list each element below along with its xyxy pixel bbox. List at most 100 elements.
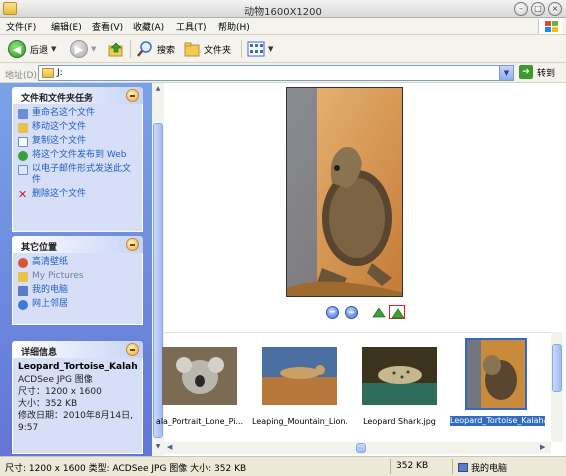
scroll-down-icon[interactable]: ▼ [153, 443, 163, 453]
task-rename[interactable]: 重命名这个文件 [18, 108, 137, 119]
leopard-shark-photo [362, 347, 437, 405]
detail-modified-time: 9:57 [18, 423, 39, 433]
menu-edit[interactable]: 编辑(E) [51, 20, 82, 33]
detail-dimensions: 尺寸：1200 x 1600 [18, 387, 102, 397]
thumbnail-koala[interactable]: ala_Portrait_Lone_Pi... [152, 337, 247, 437]
folders-icon [184, 42, 200, 57]
windows-logo-icon [538, 19, 562, 34]
search-icon [137, 41, 152, 57]
detail-filesize: 大小：352 KB [18, 399, 78, 409]
detail-modified: 修改日期：2010年8月14日, [18, 411, 133, 421]
menu-help[interactable]: 帮助(H) [218, 20, 250, 33]
tortoise-preview-image [287, 88, 402, 296]
close-button[interactable]: × [548, 2, 562, 16]
address-dropdown-button[interactable]: ▼ [499, 66, 513, 80]
computer-icon [458, 463, 468, 472]
back-button[interactable]: ◀ 后退 ▼ [8, 38, 56, 60]
place-network[interactable]: 网上邻居 [18, 299, 137, 310]
task-email[interactable]: 以电子邮件形式发送此文件 [18, 164, 137, 186]
koala-photo [162, 347, 237, 405]
detail-type: ACDSee JPG 图像 [18, 375, 93, 385]
mountain-lion-photo [262, 347, 337, 405]
search-button[interactable]: 搜索 [136, 38, 175, 60]
menu-file[interactable]: 文件(F) [6, 20, 36, 33]
delete-icon: ✕ [18, 188, 28, 201]
next-image-button[interactable]: ⏭ [345, 306, 358, 319]
pictures-folder-icon [18, 272, 28, 282]
rotate-left-icon [372, 307, 386, 318]
forward-button[interactable]: ▶ ▼ [70, 38, 96, 60]
panel-header[interactable]: 其它位置 [12, 236, 143, 253]
task-pane: 文件和文件夹任务 重命名这个文件 移动这个文件 复制这个文件 将这个文件发布到 … [0, 83, 152, 456]
address-label: 地址(D) [5, 71, 37, 81]
chevron-down-icon[interactable]: ▼ [91, 45, 96, 53]
detail-filename: Leopard_Tortoise_Kalaha [18, 362, 137, 372]
folders-button[interactable]: 文件夹 [183, 38, 231, 60]
scroll-right-icon[interactable]: ▶ [540, 443, 545, 451]
views-button[interactable]: ▼ [247, 38, 273, 60]
up-folder-button[interactable] [107, 38, 125, 60]
horizontal-scrollbar[interactable]: ◀ ▶ [164, 442, 551, 454]
move-icon [18, 123, 28, 133]
thumbnail-tortoise[interactable]: Leopard_Tortoise_Kalahari_Desert.jpg [450, 337, 545, 437]
address-bar: 地址(D) J: ▼ ➔ 转到 [0, 63, 566, 83]
go-arrow-icon: ➔ [519, 65, 533, 79]
preview-nav: ⏮ ⏭ [326, 306, 358, 319]
scroll-left-icon[interactable]: ◀ [167, 443, 172, 451]
toolbar: ◀ 后退 ▼ ▶ ▼ 搜索 文件夹 ▼ [0, 35, 566, 63]
collapse-icon[interactable] [126, 89, 139, 102]
task-move[interactable]: 移动这个文件 [18, 122, 137, 133]
network-icon [18, 300, 28, 310]
scroll-thumb[interactable] [356, 443, 366, 453]
title-bar: 动物1600X1200 – □ × [0, 0, 566, 18]
file-tasks-panel: 文件和文件夹任务 重命名这个文件 移动这个文件 复制这个文件 将这个文件发布到 … [12, 87, 143, 232]
place-hd-wallpaper[interactable]: 高清壁纸 [18, 257, 137, 268]
status-bar: 尺寸: 1200 x 1600 类型: ACDSee JPG 图像 大小: 35… [0, 456, 566, 476]
thumbnail-strip: ala_Portrait_Lone_Pi... Leaping_Mountain… [156, 332, 551, 442]
image-preview[interactable] [286, 87, 403, 297]
status-location: 我的电脑 [458, 461, 507, 474]
previous-image-button[interactable]: ⏮ [326, 306, 339, 319]
panel-header[interactable]: 详细信息 [12, 341, 143, 358]
thumbnail-scrollbar[interactable] [551, 332, 563, 442]
maximize-button[interactable]: □ [531, 2, 545, 16]
scroll-up-icon[interactable]: ▲ [153, 85, 163, 95]
collapse-icon[interactable] [126, 238, 139, 251]
views-icon [247, 41, 265, 57]
back-arrow-icon: ◀ [8, 40, 26, 58]
menu-favorites[interactable]: 收藏(A) [133, 20, 164, 33]
menu-tools[interactable]: 工具(T) [176, 20, 207, 33]
go-button[interactable]: ➔ 转到 [519, 65, 555, 79]
chevron-down-icon[interactable]: ▼ [51, 45, 56, 53]
menu-bar: 文件(F) 编辑(E) 查看(V) 收藏(A) 工具(T) 帮助(H) [0, 18, 566, 35]
tortoise-photo [465, 338, 527, 410]
rename-icon [18, 109, 28, 119]
up-folder-icon [108, 42, 123, 57]
minimize-button[interactable]: – [514, 2, 528, 16]
thumbnail-leopard-shark[interactable]: Leopard Shark.jpg [352, 337, 447, 437]
forward-arrow-icon: ▶ [70, 40, 88, 58]
window-title: 动物1600X1200 [244, 7, 322, 18]
rotate-right-icon [391, 308, 405, 319]
other-places-panel: 其它位置 高清壁纸 My Pictures 我的电脑 网上邻居 [12, 236, 143, 325]
email-icon [18, 165, 28, 175]
address-input[interactable]: J: ▼ [38, 65, 514, 81]
task-delete[interactable]: ✕ 删除这个文件 [18, 189, 137, 200]
thumbnail-mountain-lion[interactable]: Leaping_Mountain_Lion... [252, 337, 347, 437]
task-copy[interactable]: 复制这个文件 [18, 136, 137, 147]
place-my-computer[interactable]: 我的电脑 [18, 285, 137, 296]
scroll-thumb[interactable] [552, 344, 562, 392]
rotate-right-button[interactable] [389, 305, 405, 319]
drive-folder-icon [42, 68, 54, 78]
status-info: 尺寸: 1200 x 1600 类型: ACDSee JPG 图像 大小: 35… [5, 464, 247, 474]
panel-header[interactable]: 文件和文件夹任务 [12, 87, 143, 104]
rotate-left-button[interactable] [371, 305, 387, 319]
collapse-icon[interactable] [126, 343, 139, 356]
task-publish-web[interactable]: 将这个文件发布到 Web [18, 150, 137, 161]
copy-icon [18, 137, 28, 147]
chevron-down-icon[interactable]: ▼ [268, 45, 273, 53]
menu-view[interactable]: 查看(V) [92, 20, 123, 33]
folder-icon [18, 258, 28, 268]
place-my-pictures[interactable]: My Pictures [18, 271, 137, 282]
computer-icon [18, 286, 28, 296]
